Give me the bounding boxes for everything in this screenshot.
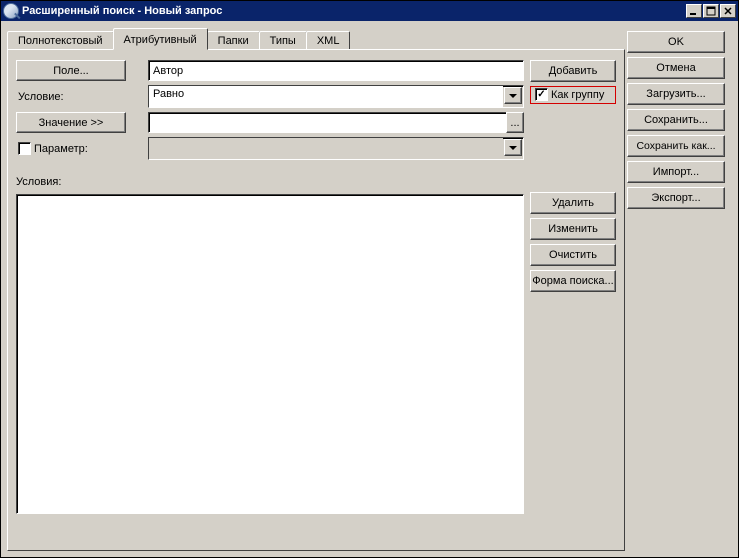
chevron-down-icon[interactable] xyxy=(504,139,522,156)
value-browse-button[interactable]: ... xyxy=(506,112,524,133)
chevron-down-icon[interactable] xyxy=(504,87,522,104)
parameter-checkbox-wrap[interactable]: Параметр: xyxy=(16,142,88,155)
export-button[interactable]: Экспорт... xyxy=(627,187,725,209)
conditions-label: Условия: xyxy=(16,176,616,188)
condition-value: Равно xyxy=(149,86,503,107)
tab-folders[interactable]: Папки xyxy=(207,31,260,49)
tab-fulltext[interactable]: Полнотекстовый xyxy=(7,31,114,49)
condition-combo[interactable]: Равно xyxy=(148,85,524,108)
ok-button[interactable]: OK xyxy=(627,31,725,53)
add-panel: Добавить Как группу xyxy=(530,60,616,164)
value-button[interactable]: Значение >> xyxy=(16,112,126,133)
value-input[interactable] xyxy=(148,112,506,133)
highlight-box: Как группу xyxy=(530,86,616,104)
app-search-icon xyxy=(3,3,19,19)
parameter-label: Параметр: xyxy=(34,143,88,155)
parameter-checkbox[interactable] xyxy=(18,142,31,155)
window-title: Расширенный поиск - Новый запрос xyxy=(22,5,686,17)
saveas-button[interactable]: Сохранить как... xyxy=(627,135,725,157)
load-button[interactable]: Загрузить... xyxy=(627,83,725,105)
save-button[interactable]: Сохранить... xyxy=(627,109,725,131)
add-button[interactable]: Добавить xyxy=(530,60,616,82)
as-group-wrap[interactable]: Как группу xyxy=(533,88,613,101)
maximize-button[interactable] xyxy=(703,4,719,18)
tab-bar: Полнотекстовый Атрибутивный Папки Типы X… xyxy=(7,27,625,49)
edit-button[interactable]: Изменить xyxy=(530,218,616,240)
client-area: Полнотекстовый Атрибутивный Папки Типы X… xyxy=(1,21,738,557)
field-input[interactable] xyxy=(148,60,524,81)
left-panel: Полнотекстовый Атрибутивный Папки Типы X… xyxy=(7,27,625,551)
cancel-button[interactable]: Отмена xyxy=(627,57,725,79)
window: Расширенный поиск - Новый запрос Полноте… xyxy=(0,0,739,558)
window-buttons xyxy=(686,4,736,18)
close-button[interactable] xyxy=(720,4,736,18)
clear-button[interactable]: Очистить xyxy=(530,244,616,266)
condition-label: Условие: xyxy=(16,86,126,107)
field-button[interactable]: Поле... xyxy=(16,60,126,81)
conditions-list[interactable] xyxy=(16,194,524,514)
search-form-button[interactable]: Форма поиска... xyxy=(530,270,616,292)
right-buttons: OK Отмена Загрузить... Сохранить... Сохр… xyxy=(625,27,725,551)
import-button[interactable]: Импорт... xyxy=(627,161,725,183)
tab-types[interactable]: Типы xyxy=(259,31,307,49)
delete-button[interactable]: Удалить xyxy=(530,192,616,214)
tab-xml[interactable]: XML xyxy=(306,31,351,49)
tab-page-attribute: Поле... Условие: Равно xyxy=(7,49,625,551)
conditions-side-buttons: Удалить Изменить Очистить Форма поиска..… xyxy=(530,188,616,514)
as-group-label: Как группу xyxy=(551,89,604,101)
parameter-value xyxy=(149,138,503,159)
parameter-combo[interactable] xyxy=(148,137,524,160)
tab-attribute[interactable]: Атрибутивный xyxy=(113,28,208,50)
minimize-button[interactable] xyxy=(686,4,702,18)
as-group-checkbox[interactable] xyxy=(535,88,548,101)
titlebar: Расширенный поиск - Новый запрос xyxy=(1,1,738,21)
